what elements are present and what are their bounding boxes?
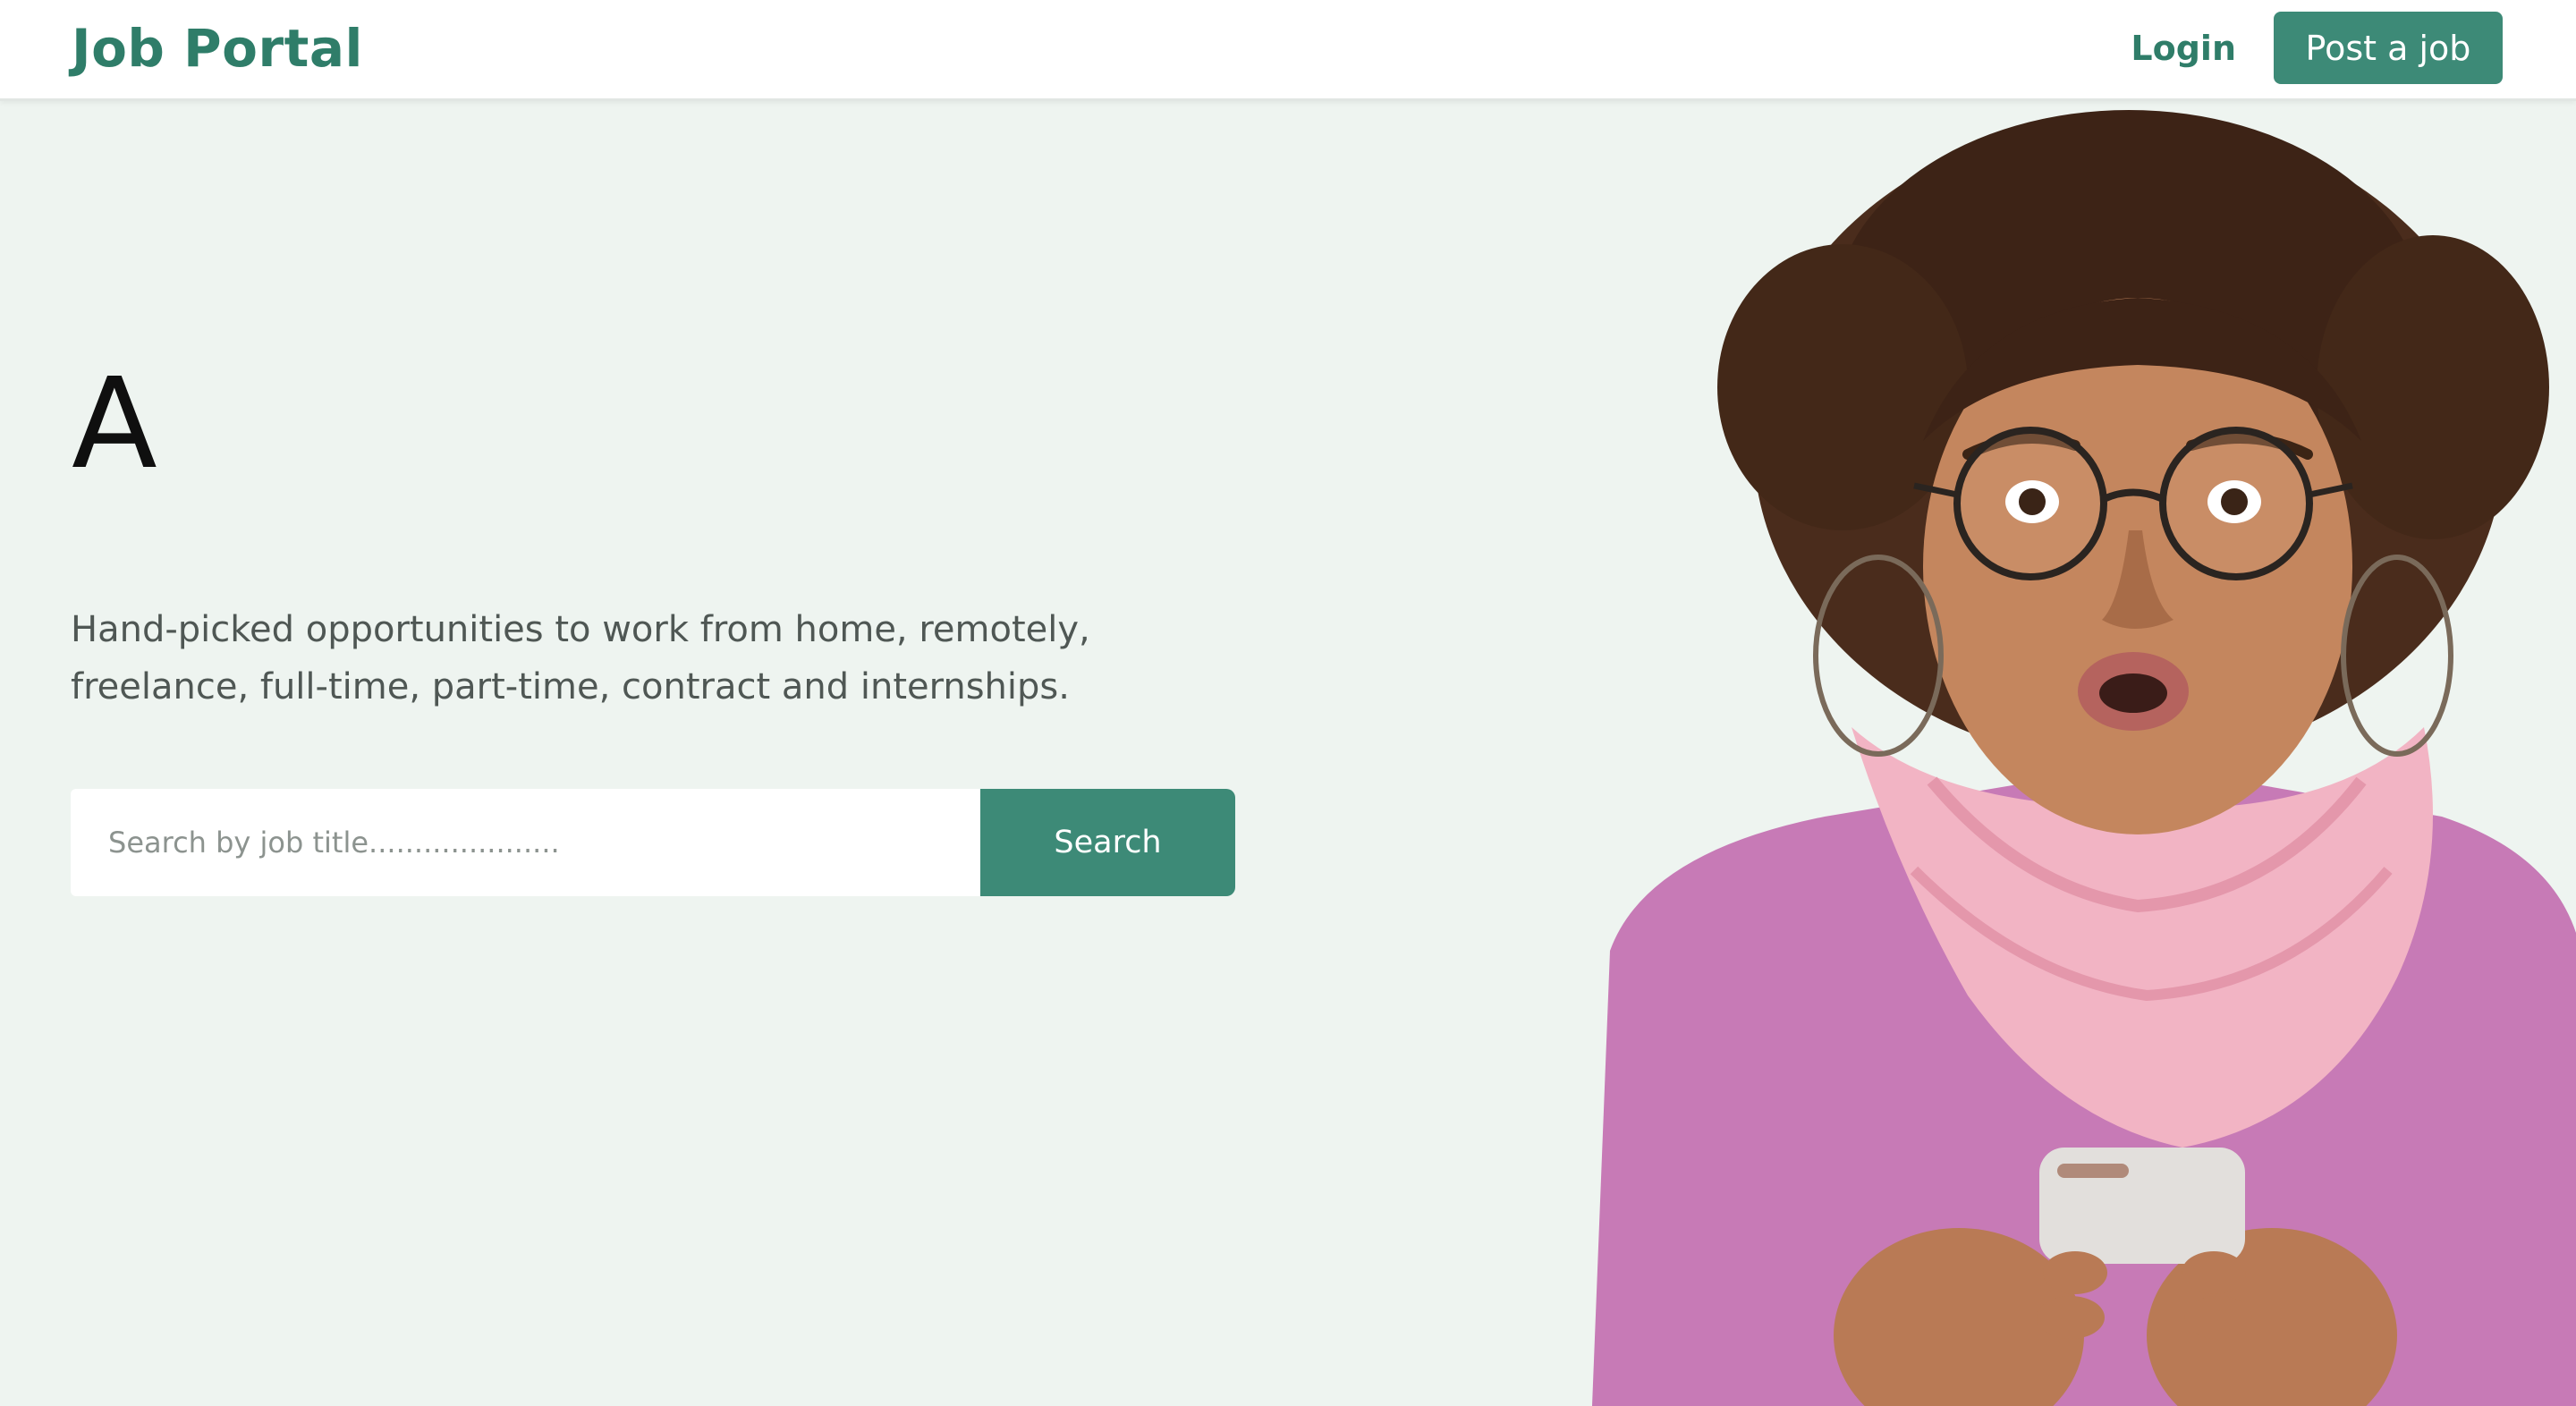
job-search-input[interactable] <box>71 789 980 896</box>
hero-subtitle: Hand-picked opportunities to work from h… <box>71 609 1090 707</box>
post-job-button[interactable]: Post a job <box>2274 12 2503 84</box>
job-search-form: Search <box>71 789 1235 896</box>
nav-actions: Login Post a job <box>2131 12 2503 84</box>
hero-headline: A <box>72 352 157 497</box>
navbar: Job Portal Login Post a job <box>0 0 2576 101</box>
login-link[interactable]: Login <box>2131 29 2236 68</box>
page: Job Portal Login Post a job A Hand-picke… <box>0 0 2576 1406</box>
hero-woman-image <box>1592 110 2576 1406</box>
search-button[interactable]: Search <box>980 789 1235 896</box>
brand-logo[interactable]: Job Portal <box>72 13 363 84</box>
